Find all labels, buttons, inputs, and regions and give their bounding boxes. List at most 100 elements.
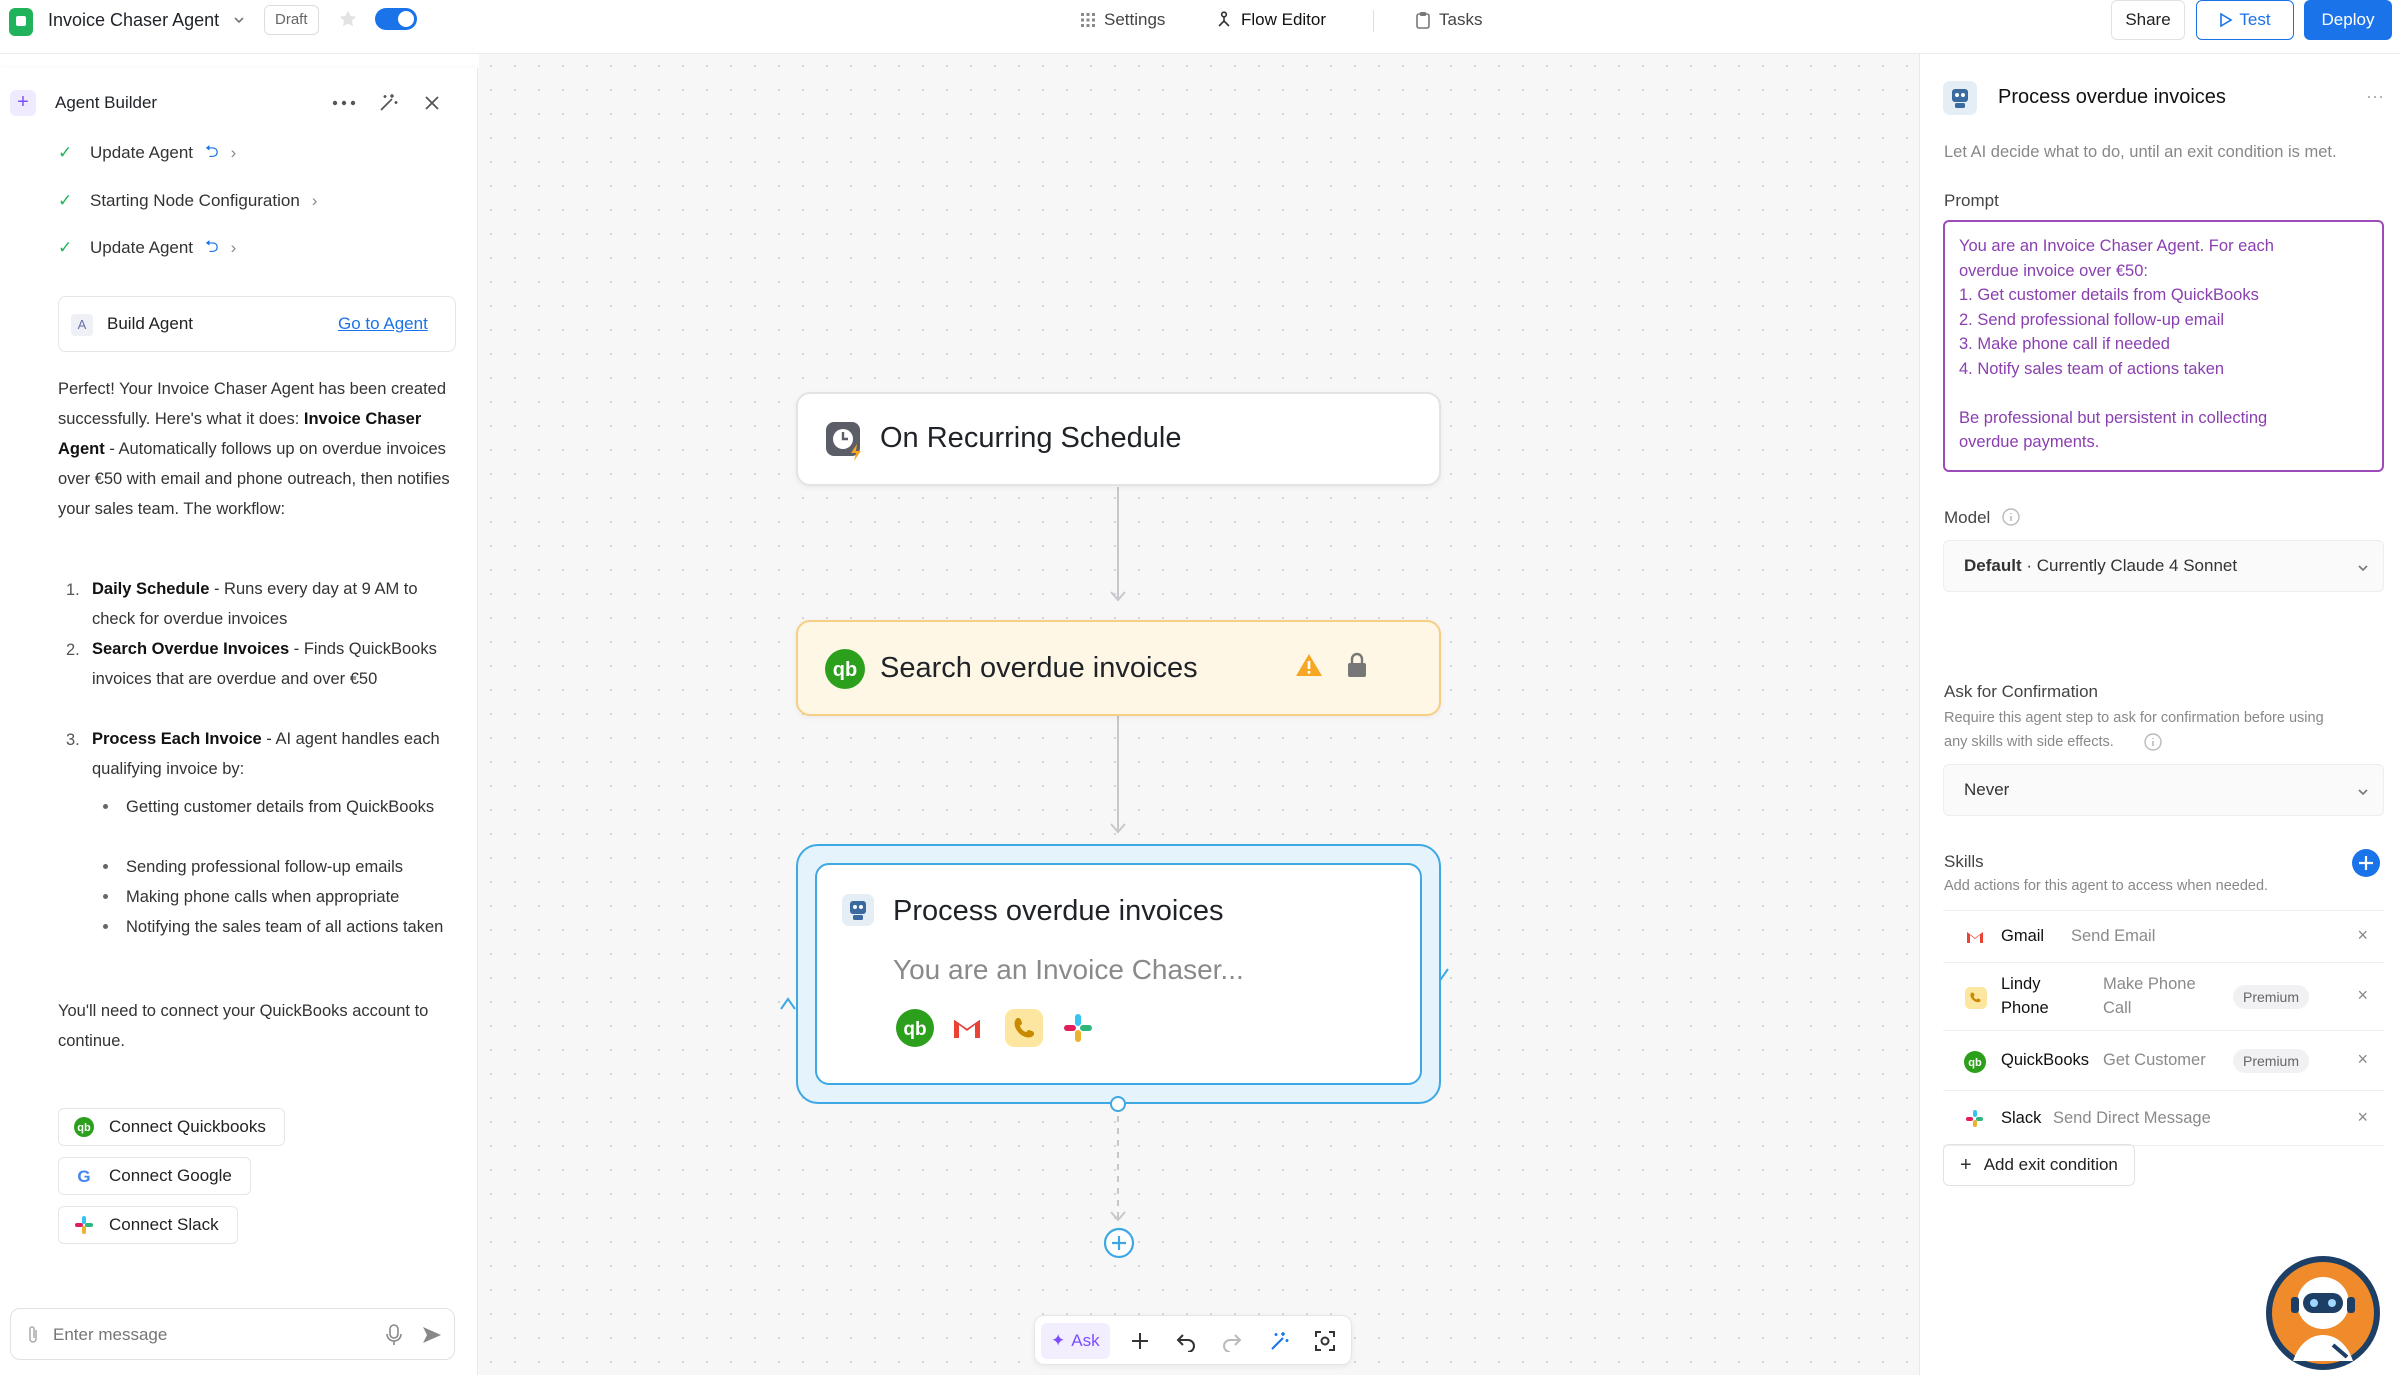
bullet-dot bbox=[103, 864, 108, 869]
step-update-agent-2[interactable]: ✓ Update Agent ⮌ › bbox=[58, 235, 236, 261]
workflow-item-title: Search Overdue Invoices bbox=[92, 640, 290, 658]
bullet-item-4: Notifying the sales team of all actions … bbox=[126, 918, 444, 936]
confirm-select[interactable]: Never bbox=[1943, 764, 2384, 816]
sparkle-plus-icon: + bbox=[10, 90, 36, 116]
skills-label: Skills bbox=[1944, 852, 1984, 871]
panel-subtitle: Let AI decide what to do, until an exit … bbox=[1944, 143, 2337, 161]
info-icon[interactable] bbox=[2143, 732, 2163, 752]
deploy-button[interactable]: Deploy bbox=[2304, 0, 2392, 40]
bullet-dot bbox=[103, 894, 108, 899]
paperclip-icon[interactable] bbox=[25, 1325, 41, 1345]
more-options-icon[interactable] bbox=[332, 100, 356, 106]
panel-title[interactable]: Process overdue invoices bbox=[1998, 86, 2226, 109]
skill-action: Call bbox=[2103, 999, 2132, 1017]
skills-desc: Add actions for this agent to access whe… bbox=[1944, 878, 2269, 894]
prompt-label: Prompt bbox=[1944, 191, 1999, 210]
check-icon: ✓ bbox=[58, 143, 73, 162]
info-icon[interactable] bbox=[2001, 507, 2021, 527]
search-node[interactable]: qb Search overdue invoices bbox=[796, 620, 1441, 716]
tab-tasks-label: Tasks bbox=[1439, 10, 1483, 29]
workflow-item-1: Daily Schedule - Runs every day at 9 AM … bbox=[92, 574, 458, 634]
prompt-line: 3. Make phone call if needed bbox=[1959, 335, 2170, 353]
redo-icon[interactable] bbox=[1221, 1330, 1243, 1352]
svg-text:qb: qb bbox=[833, 659, 857, 681]
add-icon[interactable] bbox=[1129, 1330, 1151, 1352]
skill-action: Send Email bbox=[2071, 927, 2156, 945]
skill-row-slack[interactable]: Slack Send Direct Message × bbox=[1943, 1090, 2384, 1146]
svg-text:G: G bbox=[77, 1167, 90, 1186]
message-input[interactable] bbox=[53, 1321, 373, 1349]
confirm-desc: any skills with side effects. bbox=[1944, 734, 2114, 750]
send-icon[interactable] bbox=[421, 1324, 443, 1346]
skill-row-quickbooks[interactable]: qb QuickBooks Get Customer Premium × bbox=[1943, 1030, 2384, 1090]
microphone-icon[interactable] bbox=[385, 1323, 403, 1347]
chevron-right-icon: › bbox=[311, 191, 318, 210]
add-exit-condition-button[interactable]: + Add exit condition bbox=[1943, 1144, 2135, 1186]
close-icon[interactable] bbox=[422, 93, 442, 113]
skill-row-gmail[interactable]: Gmail Send Email × bbox=[1943, 910, 2384, 962]
test-button[interactable]: Test bbox=[2196, 0, 2294, 40]
skill-row-lindy-phone[interactable]: Lindy Phone Make Phone Call Premium × bbox=[1943, 962, 2384, 1030]
node-connector-handle[interactable] bbox=[1110, 1096, 1126, 1112]
remove-skill-icon[interactable]: × bbox=[2357, 1107, 2368, 1128]
trigger-node-title: On Recurring Schedule bbox=[880, 422, 1182, 454]
step-starting-node-config[interactable]: ✓ Starting Node Configuration › bbox=[58, 188, 317, 214]
google-icon: G bbox=[77, 1167, 90, 1186]
connect-slack-button[interactable]: Connect Slack bbox=[58, 1206, 238, 1244]
schedule-clock-icon bbox=[826, 422, 861, 461]
agent-title[interactable]: Invoice Chaser Agent bbox=[48, 10, 219, 31]
step-update-agent[interactable]: ✓ Update Agent ⮌ › bbox=[58, 140, 236, 166]
prompt-line: overdue invoice over €50: bbox=[1959, 261, 2148, 280]
robot-agent-icon bbox=[842, 894, 874, 926]
ask-ai-button[interactable]: ✦ Ask bbox=[1041, 1323, 1110, 1359]
model-select[interactable]: Default · Currently Claude 4 Sonnet bbox=[1943, 540, 2384, 592]
message-intro: Perfect! Your Invoice Chaser Agent has b… bbox=[58, 374, 458, 524]
magic-wand-icon[interactable] bbox=[1267, 1329, 1291, 1353]
build-agent-card: A Build Agent Go to Agent bbox=[58, 296, 456, 352]
remove-skill-icon[interactable]: × bbox=[2357, 985, 2368, 1006]
test-button-label: Test bbox=[2239, 10, 2271, 29]
remove-skill-icon[interactable]: × bbox=[2357, 1049, 2368, 1070]
lock-icon[interactable] bbox=[1346, 652, 1368, 678]
more-options-icon[interactable]: ··· bbox=[2366, 86, 2384, 107]
premium-badge: Premium bbox=[2233, 985, 2310, 1009]
tab-tasks[interactable]: Tasks bbox=[1415, 10, 1482, 30]
chevron-down-icon bbox=[2358, 565, 2368, 572]
check-icon: ✓ bbox=[58, 238, 73, 257]
star-icon[interactable] bbox=[337, 8, 359, 30]
chevron-down-icon[interactable] bbox=[232, 13, 246, 27]
support-bot-avatar-icon[interactable] bbox=[2263, 1253, 2383, 1373]
robot-agent-icon bbox=[1943, 81, 1977, 115]
model-value: Default · Currently Claude 4 Sonnet bbox=[1964, 556, 2237, 576]
tab-settings[interactable]: Settings bbox=[1080, 10, 1165, 30]
tab-flow-editor[interactable]: Flow Editor bbox=[1215, 10, 1326, 30]
trigger-node[interactable]: On Recurring Schedule bbox=[796, 392, 1441, 486]
warning-icon[interactable] bbox=[1295, 652, 1323, 678]
add-node-plus-icon[interactable] bbox=[1103, 1227, 1135, 1259]
remove-skill-icon[interactable]: × bbox=[2357, 925, 2368, 946]
app-logo-icon bbox=[9, 8, 33, 36]
undo-icon[interactable] bbox=[1175, 1330, 1197, 1352]
skill-name: Slack bbox=[2001, 1109, 2042, 1127]
prompt-line: Be professional but persistent in collec… bbox=[1959, 408, 2268, 427]
agent-node[interactable]: Process overdue invoices You are an Invo… bbox=[815, 863, 1422, 1085]
flow-canvas[interactable]: On Recurring Schedule qb Search overdue … bbox=[479, 54, 1919, 1375]
build-icon: A bbox=[71, 314, 93, 336]
connect-google-button[interactable]: G Connect Google bbox=[58, 1157, 251, 1195]
skill-name: Phone bbox=[2001, 999, 2049, 1017]
agent-builder-title: Agent Builder bbox=[55, 93, 158, 112]
undo-icon: ⮌ bbox=[205, 141, 219, 161]
add-skill-plus-icon[interactable] bbox=[2351, 848, 2381, 878]
magic-wand-icon[interactable] bbox=[377, 92, 399, 114]
prompt-textarea[interactable]: You are an Invoice Chaser Agent. For eac… bbox=[1943, 220, 2384, 472]
quickbooks-icon: qb bbox=[74, 1117, 94, 1137]
fit-view-icon[interactable] bbox=[1313, 1329, 1337, 1353]
active-toggle[interactable] bbox=[375, 8, 417, 30]
share-button[interactable]: Share bbox=[2111, 0, 2185, 40]
go-to-agent-link[interactable]: Go to Agent bbox=[338, 314, 428, 334]
connect-quickbooks-button[interactable]: qb Connect Quickbooks bbox=[58, 1108, 285, 1146]
agent-node-preview: You are an Invoice Chaser... bbox=[893, 954, 1244, 985]
quickbooks-icon: qb bbox=[825, 649, 865, 689]
plus-icon: + bbox=[1960, 1153, 1972, 1176]
premium-badge: Premium bbox=[2233, 1049, 2310, 1073]
